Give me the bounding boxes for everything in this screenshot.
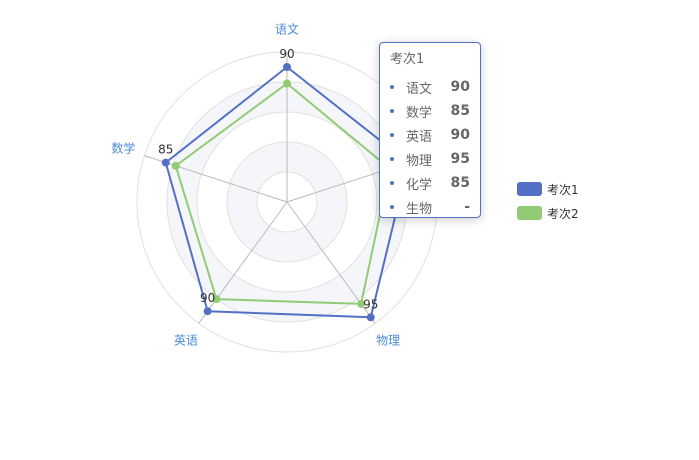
radar-data-label: 90 (200, 291, 215, 305)
radar-indicator-label: 英语 (174, 334, 198, 348)
tooltip-row: 化学 85 (390, 171, 470, 195)
tooltip-bullet-icon (390, 85, 394, 89)
legend-item-series-1[interactable]: 考次1 (517, 182, 579, 197)
legend: 考次1 考次2 (517, 182, 579, 230)
legend-label-series-2: 考次2 (547, 206, 579, 221)
radar-data-point (283, 79, 291, 88)
tooltip-row-value: 90 (450, 127, 470, 143)
radar-data-label: 90 (279, 47, 294, 61)
radar-indicator-label: 物理 (376, 334, 400, 348)
radar-data-point (203, 307, 212, 316)
tooltip-row-label: 生物 (406, 201, 433, 217)
tooltip-row: 语文 90 (390, 75, 470, 99)
tooltip-bullet-icon (390, 133, 394, 137)
tooltip-row: 物理 95 (390, 147, 470, 171)
tooltip-row-value: 95 (450, 151, 470, 167)
tooltip-bullet-icon (390, 109, 394, 113)
tooltip-row: 英语 90 (390, 123, 470, 147)
tooltip-row-value: - (464, 199, 470, 215)
tooltip-row-label: 语文 (406, 81, 433, 97)
tooltip-row-label: 物理 (406, 153, 433, 169)
tooltip-bullet-icon (390, 181, 394, 185)
radar-data-label: 85 (158, 143, 173, 157)
radar-data-point (366, 313, 375, 322)
legend-swatch-series-2 (517, 206, 542, 220)
radar-indicator-label: 语文 (275, 22, 299, 37)
tooltip-row-value: 90 (450, 79, 470, 95)
radar-data-point (171, 161, 180, 170)
radar-data-point (161, 158, 170, 167)
tooltip-row-value: 85 (450, 175, 470, 191)
tooltip-title: 考次1 (390, 52, 425, 67)
radar-data-point (283, 63, 291, 71)
tooltip-row-value: 85 (450, 103, 470, 119)
tooltip-row-label: 数学 (406, 105, 433, 121)
legend-swatch-series-1 (517, 182, 542, 196)
radar-chart: 语文化学物理英语数学9085959085 (111, 22, 463, 353)
tooltip-bullet-icon (390, 205, 394, 209)
legend-item-series-2[interactable]: 考次2 (517, 206, 579, 221)
legend-label-series-1: 考次1 (547, 182, 579, 197)
tooltip-row-label: 英语 (406, 129, 433, 145)
radar-indicator-label: 数学 (111, 140, 135, 155)
tooltip-row: 生物 - (390, 195, 470, 219)
tooltip-row-label: 化学 (406, 177, 433, 193)
tooltip-row: 数学 85 (390, 99, 470, 123)
tooltip: 考次1 语文 90 数学 85 英语 90 物理 95 化学 85 生物 - (379, 42, 481, 218)
radar-data-label: 95 (363, 297, 378, 311)
tooltip-bullet-icon (390, 157, 394, 161)
